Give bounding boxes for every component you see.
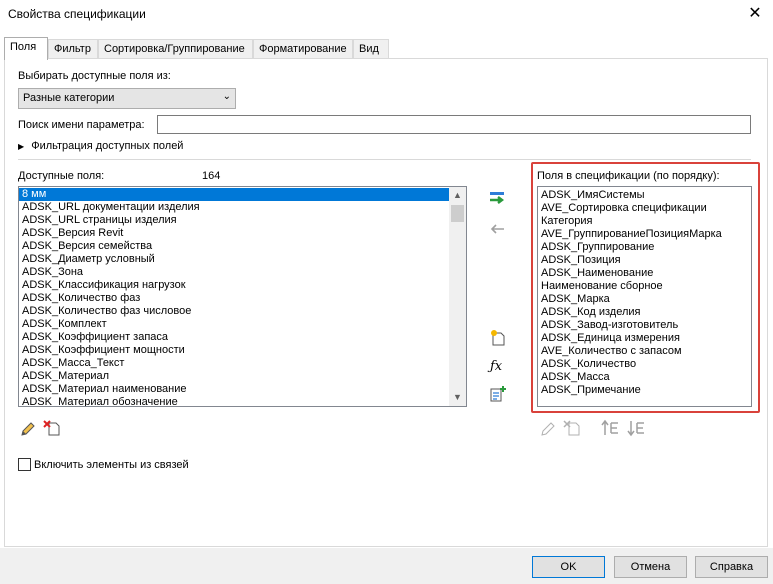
move-down-icon[interactable] bbox=[627, 419, 647, 437]
schedule-field-item[interactable]: ADSK_Позиция bbox=[538, 254, 751, 267]
available-fields-scrollbar[interactable]: ▲ ▼ bbox=[449, 187, 466, 406]
filter-available-fields-expander[interactable]: ▶ Фильтрация доступных полей bbox=[18, 140, 751, 160]
tab-fields[interactable]: Поля bbox=[4, 37, 48, 60]
scroll-thumb[interactable] bbox=[451, 205, 464, 222]
available-field-item[interactable]: ADSK_Коэффициент запаса bbox=[19, 331, 450, 344]
category-combobox-value: Разные категории bbox=[23, 92, 115, 104]
remove-field-arrow-icon[interactable] bbox=[489, 222, 505, 236]
parameter-search-input[interactable] bbox=[157, 115, 751, 134]
available-fields-items: 8 мм ADSK_URL документации изделия ADSK_UR… bbox=[19, 187, 450, 406]
ok-button[interactable]: OK bbox=[532, 556, 605, 578]
schedule-field-item[interactable]: ADSK_Наименование bbox=[538, 267, 751, 280]
available-field-item[interactable]: ADSK_Зона bbox=[19, 266, 450, 279]
include-links-label: Включить элементы из связей bbox=[34, 459, 189, 471]
available-field-item[interactable]: ADSK_Количество фаз bbox=[19, 292, 450, 305]
tab-appearance[interactable]: Вид bbox=[353, 39, 389, 59]
calculated-value-icon[interactable]: ƒx bbox=[490, 359, 502, 374]
available-fields-count: 164 bbox=[202, 170, 221, 182]
category-combobox[interactable]: Разные категории ⌄ bbox=[18, 88, 236, 109]
available-field-item[interactable]: ADSK_Материал наименование bbox=[19, 383, 450, 396]
new-parameter-icon[interactable] bbox=[489, 329, 507, 347]
move-up-icon[interactable] bbox=[601, 419, 621, 437]
help-button[interactable]: Справка bbox=[695, 556, 768, 578]
schedule-fields-list[interactable]: ADSK_ИмяСистемы AVE_Сортировка спецификац… bbox=[537, 186, 752, 407]
schedule-field-item[interactable]: ADSK_Примечание bbox=[538, 384, 751, 397]
available-fields-label: Доступные поля: bbox=[18, 170, 105, 182]
schedule-field-item[interactable]: ADSK_Код изделия bbox=[538, 306, 751, 319]
expand-triangle-icon: ▶ bbox=[18, 142, 25, 151]
schedule-field-item[interactable]: ADSK_Завод-изготовитель bbox=[538, 319, 751, 332]
search-label: Поиск имени параметра: bbox=[18, 119, 145, 131]
available-field-item[interactable]: ADSK_Количество фаз числовое bbox=[19, 305, 450, 318]
schedule-field-item[interactable]: Категория bbox=[538, 215, 751, 228]
available-field-item[interactable]: ADSK_Классификация нагрузок bbox=[19, 279, 450, 292]
available-field-item[interactable]: ADSK_Диаметр условный bbox=[19, 253, 450, 266]
available-field-item[interactable]: ADSK_URL страницы изделия bbox=[19, 214, 450, 227]
window-title: Свойства спецификации bbox=[8, 7, 146, 21]
cancel-button[interactable]: Отмена bbox=[614, 556, 687, 578]
include-links-checkbox[interactable] bbox=[18, 458, 31, 471]
edit-field-icon[interactable] bbox=[539, 420, 557, 438]
available-field-item[interactable]: 8 мм bbox=[19, 188, 450, 201]
schedule-field-item[interactable]: ADSK_Группирование bbox=[538, 241, 751, 254]
available-field-item[interactable]: ADSK_Версия семейства bbox=[19, 240, 450, 253]
add-field-arrow-icon[interactable] bbox=[489, 190, 507, 206]
chevron-down-icon: ⌄ bbox=[222, 91, 231, 102]
scroll-down-icon[interactable]: ▼ bbox=[449, 389, 466, 406]
available-field-item[interactable]: ADSK_Материал обозначение bbox=[19, 396, 450, 406]
tab-filter[interactable]: Фильтр bbox=[48, 39, 98, 59]
available-field-item[interactable]: ADSK_URL документации изделия bbox=[19, 201, 450, 214]
schedule-field-item[interactable]: ADSK_Масса bbox=[538, 371, 751, 384]
schedule-field-item[interactable]: Наименование сборное bbox=[538, 280, 751, 293]
schedule-field-item[interactable]: AVE_Количество с запасом bbox=[538, 345, 751, 358]
select-from-label: Выбирать доступные поля из: bbox=[18, 70, 171, 82]
available-fields-list[interactable]: 8 мм ADSK_URL документации изделия ADSK_UR… bbox=[18, 186, 467, 407]
tab-sorting-grouping[interactable]: Сортировка/Группирование bbox=[98, 39, 253, 59]
delete-parameter-icon[interactable] bbox=[43, 419, 61, 437]
schedule-fields-items: ADSK_ИмяСистемы AVE_Сортировка спецификац… bbox=[538, 187, 751, 397]
available-field-item[interactable]: ADSK_Коэффициент мощности bbox=[19, 344, 450, 357]
available-field-item[interactable]: ADSK_Масса_Текст bbox=[19, 357, 450, 370]
schedule-field-item[interactable]: ADSK_ИмяСистемы bbox=[538, 189, 751, 202]
schedule-field-item[interactable]: ADSK_Единица измерения bbox=[538, 332, 751, 345]
schedule-fields-label: Поля в спецификации (по порядку): bbox=[537, 170, 720, 182]
schedule-field-item[interactable]: ADSK_Количество bbox=[538, 358, 751, 371]
schedule-field-item[interactable]: AVE_ГруппированиеПозицияМарка bbox=[538, 228, 751, 241]
tab-formatting[interactable]: Форматирование bbox=[253, 39, 353, 59]
available-field-item[interactable]: ADSK_Комплект bbox=[19, 318, 450, 331]
combine-parameters-icon[interactable] bbox=[489, 385, 507, 403]
available-field-item[interactable]: ADSK_Версия Revit bbox=[19, 227, 450, 240]
edit-parameter-icon[interactable] bbox=[19, 420, 37, 438]
schedule-field-item[interactable]: ADSK_Марка bbox=[538, 293, 751, 306]
close-icon[interactable]: ✕ bbox=[744, 4, 766, 24]
filter-available-fields-label: Фильтрация доступных полей bbox=[31, 140, 184, 152]
scroll-up-icon[interactable]: ▲ bbox=[449, 187, 466, 204]
available-field-item[interactable]: ADSK_Материал bbox=[19, 370, 450, 383]
schedule-field-item[interactable]: AVE_Сортировка спецификации bbox=[538, 202, 751, 215]
delete-field-icon[interactable] bbox=[563, 419, 581, 437]
